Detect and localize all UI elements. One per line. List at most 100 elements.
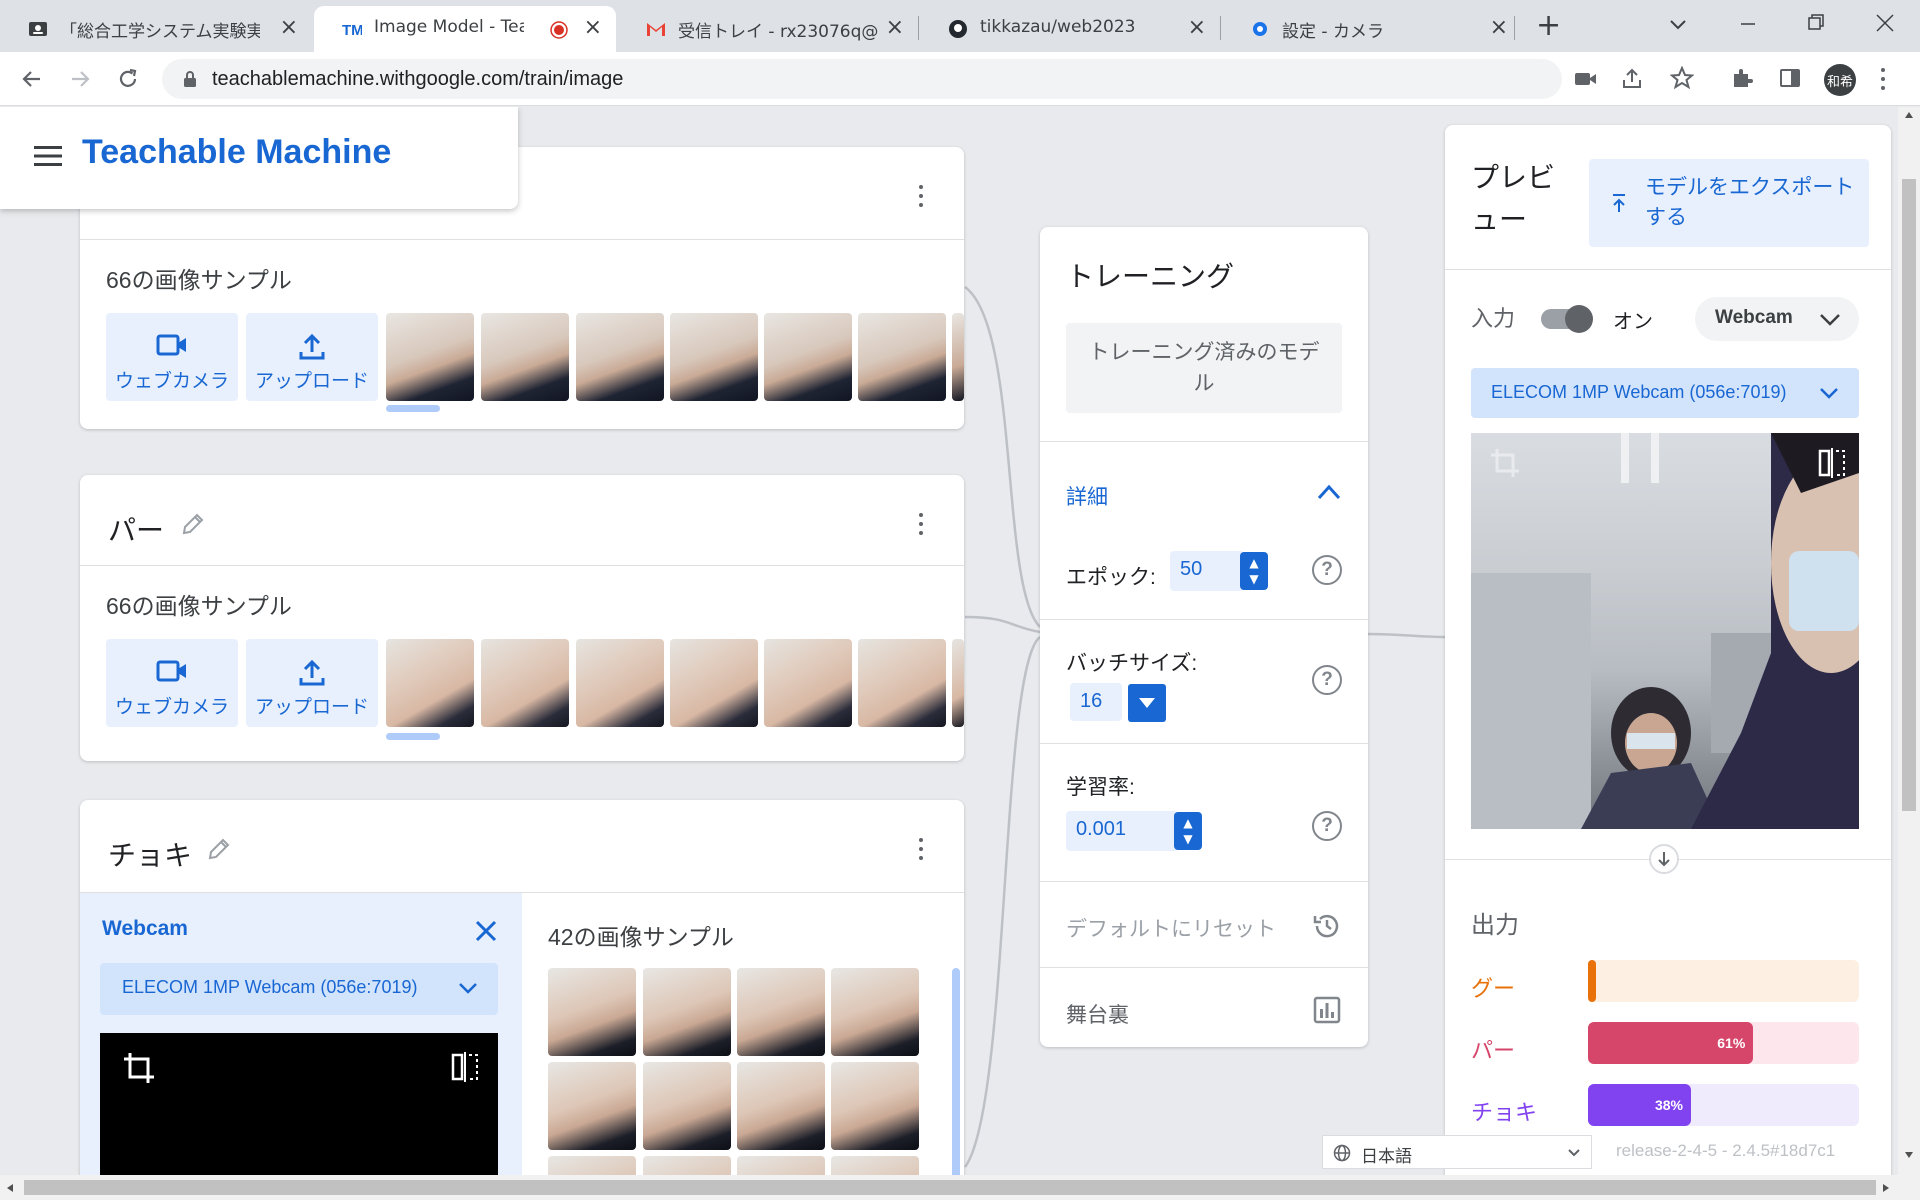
bookmark-star-icon[interactable] <box>1670 66 1694 90</box>
profile-avatar[interactable]: 和希 <box>1824 64 1856 96</box>
sample-thumbnail[interactable] <box>670 639 758 727</box>
sample-thumbnail[interactable] <box>831 1156 919 1175</box>
close-tab-icon[interactable]: × <box>1188 15 1206 40</box>
close-tab-icon[interactable]: × <box>1490 15 1508 40</box>
crop-icon[interactable] <box>1489 447 1521 479</box>
stepper-down-icon[interactable]: ▼ <box>1249 571 1258 587</box>
sample-thumbnail[interactable] <box>386 313 474 401</box>
close-tab-icon[interactable]: × <box>886 15 904 40</box>
batch-size-select[interactable]: 16 <box>1070 683 1122 721</box>
hamburger-menu-icon[interactable] <box>34 145 62 167</box>
edit-pencil-icon[interactable] <box>180 511 206 537</box>
flip-icon[interactable] <box>1817 447 1847 479</box>
sample-thumbnail[interactable] <box>548 968 636 1056</box>
sample-thumbnail[interactable] <box>764 639 852 727</box>
sample-thumbnail[interactable] <box>643 968 731 1056</box>
sample-thumbnail[interactable] <box>737 968 825 1056</box>
minimize-icon[interactable] <box>1738 14 1758 34</box>
help-icon[interactable]: ? <box>1312 665 1342 695</box>
sample-thumbnail[interactable] <box>548 1062 636 1150</box>
sample-thumbnail[interactable] <box>576 313 664 401</box>
webcam-button[interactable]: ウェブカメラ <box>106 313 238 401</box>
forward-icon[interactable] <box>68 67 92 91</box>
page-scrollbar-vertical[interactable] <box>1898 107 1920 1175</box>
scrollbar-thumb[interactable] <box>1902 179 1916 811</box>
browser-menu-icon[interactable] <box>1880 68 1886 90</box>
app-title[interactable]: Teachable Machine <box>82 133 391 172</box>
sample-thumbnail[interactable] <box>831 968 919 1056</box>
language-select[interactable]: 日本語 <box>1322 1135 1592 1169</box>
side-panel-icon[interactable] <box>1778 66 1802 90</box>
tab-settings-camera[interactable]: 設定 - カメラ × <box>1222 6 1522 52</box>
epochs-stepper[interactable]: ▲ ▼ <box>1240 552 1268 590</box>
input-source-select[interactable]: Webcam <box>1695 297 1859 341</box>
crop-icon[interactable] <box>122 1051 156 1085</box>
back-icon[interactable] <box>20 67 44 91</box>
close-icon[interactable] <box>474 919 498 943</box>
sample-thumbnail[interactable] <box>643 1062 731 1150</box>
help-icon[interactable]: ? <box>1312 811 1342 841</box>
samples-scrollbar[interactable] <box>952 968 960 1175</box>
input-toggle[interactable] <box>1541 305 1593 333</box>
reset-defaults-button[interactable]: デフォルトにリセット <box>1066 913 1276 943</box>
tab-teachable[interactable]: TM Image Model - Teachable × <box>314 6 616 52</box>
webcam-device-select[interactable]: ELECOM 1MP Webcam (056e:7019) <box>100 963 498 1015</box>
sample-thumbnail[interactable] <box>386 639 474 727</box>
sample-thumbnail[interactable] <box>858 313 946 401</box>
scroll-left-arrow-icon[interactable] <box>6 1183 14 1193</box>
batch-size-dropdown[interactable] <box>1128 684 1166 722</box>
bar-chart-icon[interactable] <box>1312 995 1342 1025</box>
sample-thumbnail[interactable] <box>952 639 964 727</box>
class-name[interactable]: チョキ <box>108 834 192 874</box>
preview-device-select[interactable]: ELECOM 1MP Webcam (056e:7019) <box>1471 368 1859 418</box>
history-reset-icon[interactable] <box>1312 911 1342 941</box>
scroll-down-arrow-icon[interactable] <box>1904 1151 1914 1159</box>
extensions-puzzle-icon[interactable] <box>1730 66 1754 90</box>
tab-github[interactable]: tikkazau/web2023 × <box>920 6 1220 52</box>
thumbnail-scrollbar[interactable] <box>386 405 440 412</box>
export-model-button[interactable]: モデルをエクスポートする <box>1589 159 1869 247</box>
sample-thumbnail[interactable] <box>643 1156 731 1175</box>
sample-thumbnail[interactable] <box>737 1156 825 1175</box>
help-icon[interactable]: ? <box>1312 555 1342 585</box>
edit-pencil-icon[interactable] <box>206 836 232 862</box>
sample-thumbnail[interactable] <box>548 1156 636 1175</box>
learning-rate-stepper[interactable]: ▲ ▼ <box>1174 812 1202 850</box>
sample-thumbnail[interactable] <box>670 313 758 401</box>
advanced-toggle-label[interactable]: 詳細 <box>1066 481 1108 511</box>
flip-icon[interactable] <box>450 1051 480 1083</box>
reload-icon[interactable] <box>116 67 140 91</box>
sample-thumbnail[interactable] <box>858 639 946 727</box>
share-icon[interactable] <box>1620 67 1644 91</box>
tab-gmail[interactable]: 受信トレイ - rx23076q@osaka × <box>618 6 918 52</box>
webcam-button[interactable]: ウェブカメラ <box>106 639 238 727</box>
scroll-down-button[interactable] <box>1649 844 1679 874</box>
class-options-icon[interactable] <box>918 513 924 535</box>
tab-search-icon[interactable] <box>1668 14 1688 34</box>
close-tab-icon[interactable]: × <box>280 15 298 40</box>
page-scrollbar-horizontal[interactable] <box>0 1175 1920 1200</box>
camera-in-use-icon[interactable] <box>1574 69 1598 89</box>
upload-button[interactable]: アップロード <box>246 313 378 401</box>
address-bar[interactable]: teachablemachine.withgoogle.com/train/im… <box>162 59 1596 99</box>
upload-button[interactable]: アップロード <box>246 639 378 727</box>
epochs-input[interactable]: 50 <box>1170 551 1244 591</box>
sample-thumbnail[interactable] <box>481 313 569 401</box>
sample-thumbnail[interactable] <box>764 313 852 401</box>
close-window-icon[interactable] <box>1874 12 1896 34</box>
learning-rate-input[interactable]: 0.001 <box>1066 811 1178 851</box>
sample-thumbnail[interactable] <box>737 1062 825 1150</box>
stepper-up-icon[interactable]: ▲ <box>1249 555 1258 571</box>
scroll-right-arrow-icon[interactable] <box>1882 1183 1890 1193</box>
under-the-hood-button[interactable]: 舞台裏 <box>1066 999 1129 1029</box>
class-options-icon[interactable] <box>918 185 924 207</box>
stepper-down-icon[interactable]: ▼ <box>1183 831 1192 847</box>
class-name[interactable]: パー <box>108 509 164 549</box>
class-options-icon[interactable] <box>918 838 924 860</box>
chevron-up-icon[interactable] <box>1316 483 1342 501</box>
sample-thumbnail[interactable] <box>952 313 964 401</box>
scroll-up-arrow-icon[interactable] <box>1904 111 1914 119</box>
sample-thumbnail[interactable] <box>831 1062 919 1150</box>
sample-thumbnail[interactable] <box>481 639 569 727</box>
tab-course[interactable]: 「総合工学システム実験実習 × <box>0 6 312 52</box>
